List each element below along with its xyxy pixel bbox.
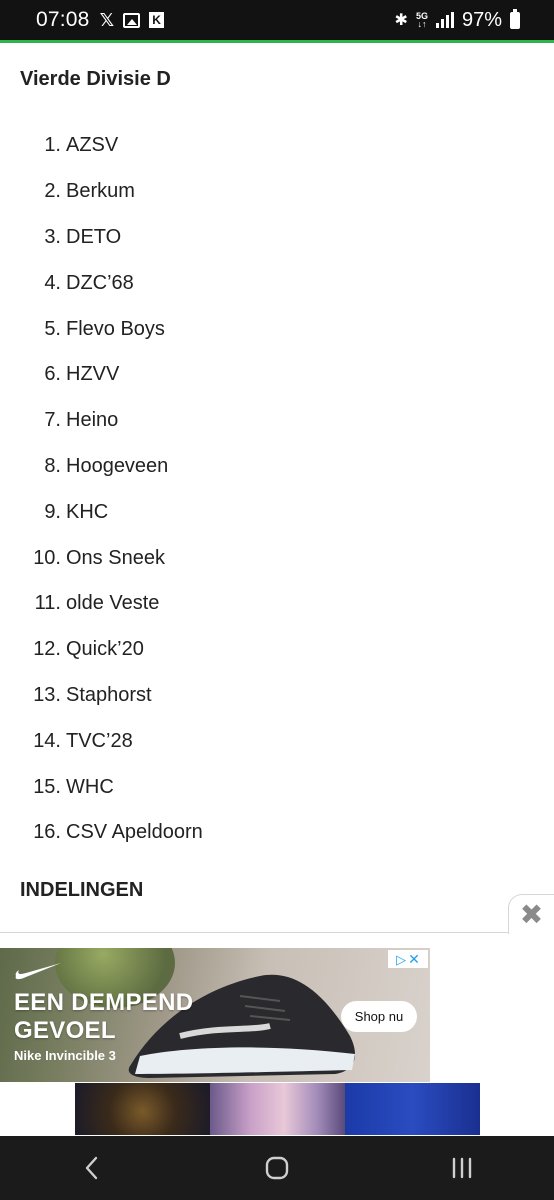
- 5g-icon: 5G ↓↑: [415, 11, 428, 29]
- team-name: HZVV: [66, 363, 120, 386]
- battery-percentage: 97%: [461, 8, 502, 31]
- list-item-number: 11.: [34, 592, 61, 615]
- list-item: 12. Quick’20: [0, 627, 554, 673]
- team-name: Berkum: [66, 180, 135, 203]
- list-item: 15. WHC: [0, 764, 554, 810]
- list-item: 13. Staphorst: [0, 673, 554, 719]
- list-item-number: 5.: [44, 317, 61, 340]
- team-name: KHC: [66, 500, 109, 523]
- ad-thumbnail[interactable]: [210, 1083, 345, 1135]
- list-item-number: 14.: [33, 729, 61, 752]
- list-item-number: 4.: [44, 271, 61, 294]
- list-item: 6. HZVV: [0, 352, 554, 398]
- ad-divider: [0, 932, 510, 933]
- ad-close-button[interactable]: ✖: [508, 894, 554, 934]
- ad-thumbnail[interactable]: [345, 1083, 480, 1135]
- list-item-number: 16.: [33, 821, 61, 844]
- list-item-number: 15.: [33, 775, 61, 798]
- team-name: Hoogeveen: [66, 454, 169, 477]
- battery-icon: [510, 8, 520, 29]
- list-item: 11. olde Veste: [0, 581, 554, 627]
- team-name: WHC: [66, 775, 114, 798]
- list-item-number: 7.: [44, 409, 61, 432]
- adchoices-triangle-icon: ▷: [396, 951, 407, 967]
- k-app-icon: K: [149, 12, 165, 28]
- list-item-number: 1.: [44, 134, 61, 157]
- section-title: Vierde Divisie D: [20, 68, 171, 90]
- list-item-number: 6.: [44, 363, 61, 386]
- team-name: Flevo Boys: [66, 317, 165, 340]
- list-item: 8. Hoogeveen: [0, 444, 554, 490]
- list-item-number: 12.: [33, 638, 61, 661]
- list-item: 10. Ons Sneek: [0, 535, 554, 581]
- x-icon: 𝕏: [99, 10, 115, 30]
- back-button[interactable]: [62, 1148, 122, 1188]
- team-name: DZC’68: [66, 271, 134, 294]
- team-name: olde Veste: [66, 592, 160, 615]
- adchoices-close-icon: ✕: [408, 951, 420, 967]
- page-load-accent-bar: [0, 40, 554, 43]
- ad-image-strip[interactable]: [75, 1083, 480, 1135]
- system-icons: ✱ 5G ↓↑ 97%: [394, 8, 520, 32]
- recents-icon: [452, 1157, 471, 1179]
- list-item: 3. DETO: [0, 215, 554, 261]
- notification-icons: 𝕏 K: [100, 11, 165, 29]
- team-name: CSV Apeldoorn: [66, 821, 203, 844]
- list-item: 9. KHC: [0, 489, 554, 535]
- signal-icon: [435, 12, 454, 28]
- list-item-number: 2.: [44, 180, 61, 203]
- list-item-number: 9.: [44, 500, 61, 523]
- home-button[interactable]: [247, 1148, 307, 1188]
- section-title-indelingen: INDELINGEN: [20, 879, 144, 901]
- list-item: 16. CSV Apeldoorn: [0, 810, 554, 856]
- team-name: AZSV: [66, 134, 119, 157]
- status-bar: 07:08 𝕏 K ✱ 5G ↓↑ 97%: [0, 0, 554, 40]
- list-item: 14. TVC’28: [0, 718, 554, 764]
- ad-product-name: Nike Invincible 3: [14, 1048, 116, 1063]
- status-time: 07:08: [36, 8, 90, 31]
- back-icon: [86, 1156, 98, 1180]
- home-icon: [265, 1156, 289, 1180]
- image-icon: [123, 12, 141, 28]
- list-item-number: 3.: [44, 225, 61, 248]
- list-item-number: 13.: [33, 683, 61, 706]
- team-name: Quick’20: [66, 638, 144, 661]
- list-item: 1. AZSV: [0, 123, 554, 169]
- team-name: Staphorst: [66, 683, 152, 706]
- team-list: 1. AZSV 2. Berkum 3. DETO 4. DZC’68 5. Flevo …: [0, 123, 554, 856]
- team-name: Ons Sneek: [66, 546, 165, 569]
- team-name: DETO: [66, 225, 122, 248]
- navigation-bar: [0, 1136, 554, 1200]
- team-name: Heino: [66, 409, 119, 432]
- list-item-number: 10.: [33, 546, 61, 569]
- shop-now-button[interactable]: Shop nu: [341, 1001, 417, 1032]
- ad-thumbnail[interactable]: [75, 1083, 210, 1135]
- ad-banner[interactable]: EEN DEMPEND GEVOEL Nike Invincible 3 Sho…: [0, 948, 430, 1082]
- ad-headline: EEN DEMPEND GEVOEL: [14, 989, 194, 1044]
- list-item: 7. Heino: [0, 398, 554, 444]
- list-item: 5. Flevo Boys: [0, 306, 554, 352]
- close-icon: ✖: [519, 898, 544, 930]
- nike-swoosh-icon: [15, 963, 61, 980]
- list-item-number: 8.: [44, 454, 61, 477]
- list-item: 2. Berkum: [0, 169, 554, 215]
- team-name: TVC’28: [66, 729, 133, 752]
- recents-button[interactable]: [432, 1148, 492, 1188]
- adchoices-icon[interactable]: ▷ ✕: [388, 950, 428, 968]
- list-item: 4. DZC’68: [0, 260, 554, 306]
- bluetooth-icon: ✱: [394, 12, 408, 29]
